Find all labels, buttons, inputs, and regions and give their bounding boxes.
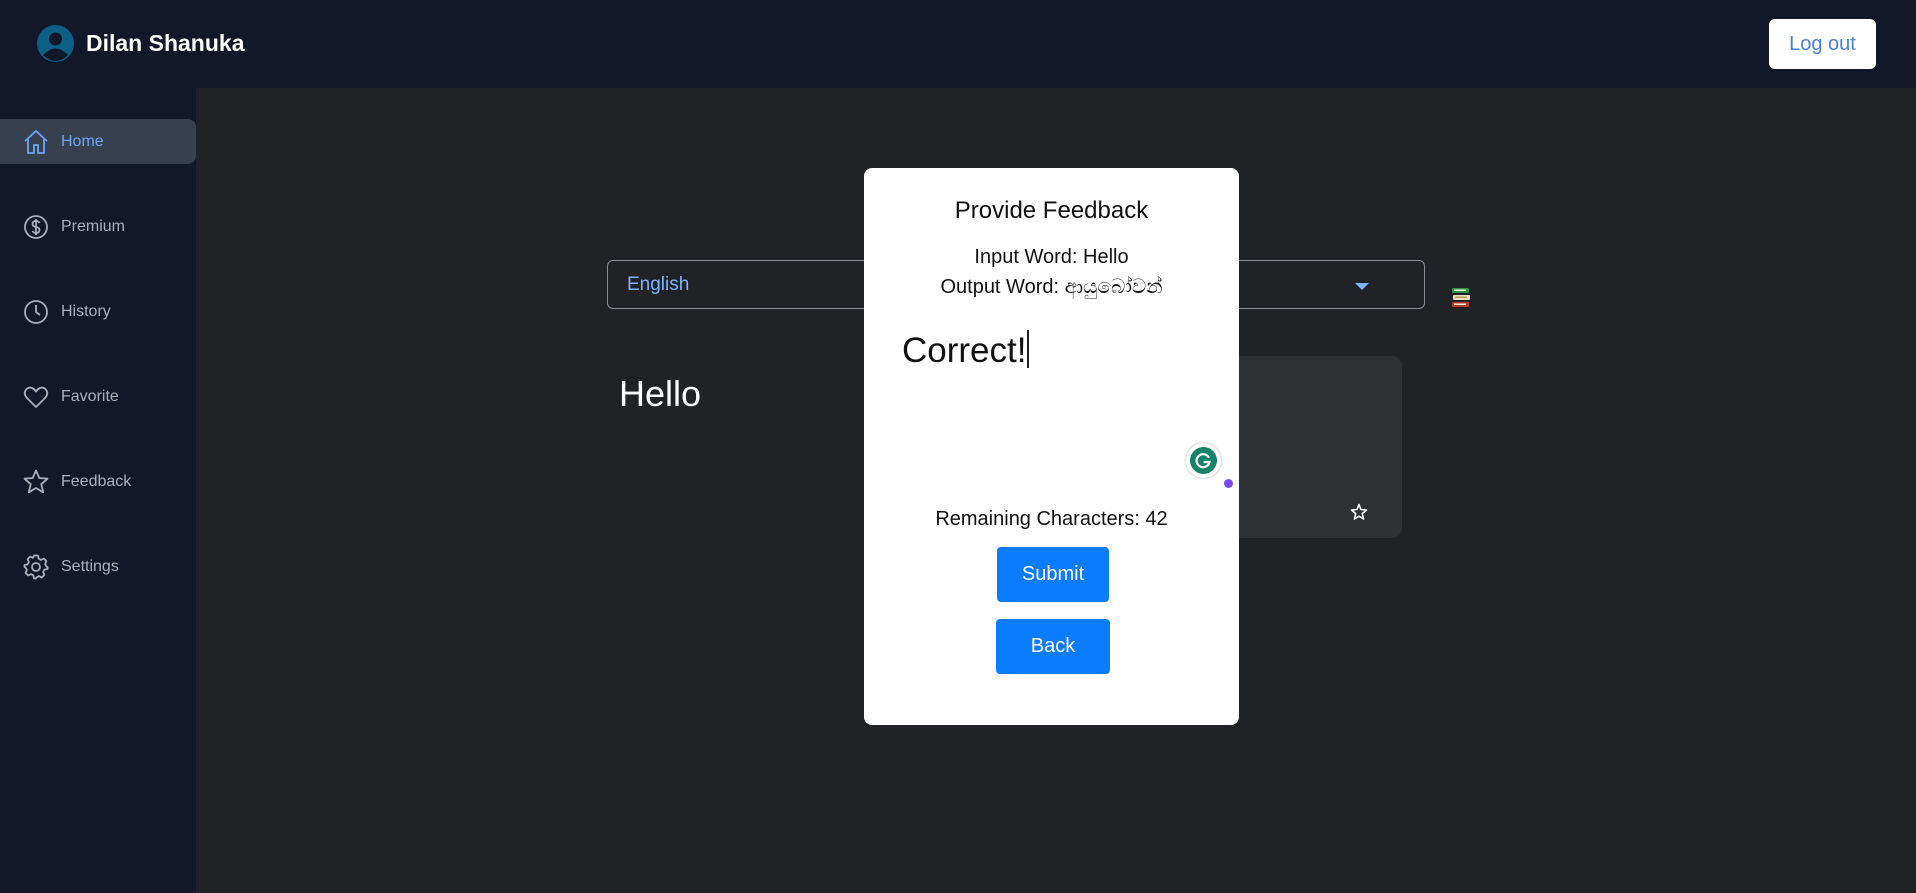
text-cursor bbox=[1027, 330, 1030, 368]
sidebar-item-label: Premium bbox=[61, 217, 126, 235]
modal-title: Provide Feedback bbox=[954, 197, 1149, 224]
star-icon bbox=[23, 469, 49, 493]
feedback-textarea[interactable]: Correct! bbox=[902, 330, 1030, 371]
user-avatar-icon bbox=[37, 25, 74, 62]
logout-button[interactable]: Log out bbox=[1769, 19, 1876, 69]
sidebar-item-premium[interactable]: Premium bbox=[0, 204, 196, 249]
sidebar-item-label: Feedback bbox=[61, 472, 132, 490]
books-icon[interactable] bbox=[1451, 287, 1471, 309]
grammarly-icon[interactable] bbox=[1186, 443, 1221, 478]
feedback-modal: Provide Feedback Input Word: Hello Outpu… bbox=[864, 168, 1239, 725]
sidebar-item-feedback[interactable]: Feedback bbox=[0, 459, 196, 504]
sidebar-item-label: Favorite bbox=[61, 387, 119, 405]
sidebar-item-history[interactable]: History bbox=[0, 289, 196, 334]
clock-icon bbox=[24, 299, 48, 324]
remaining-characters: Remaining Characters: 42 bbox=[935, 508, 1168, 530]
user-name: Dilan Shanuka bbox=[86, 30, 245, 56]
top-bar: Dilan Shanuka Log out bbox=[0, 0, 1916, 88]
grammarly-badge bbox=[1190, 447, 1217, 474]
sidebar-item-label: Settings bbox=[61, 557, 119, 575]
heart-icon bbox=[23, 386, 49, 408]
input-word-line: Input Word: Hello bbox=[974, 246, 1129, 268]
sidebar-item-label: Home bbox=[61, 132, 104, 150]
sidebar: Home Premium History Favorite Feedback S… bbox=[0, 88, 196, 893]
favorite-star-icon[interactable] bbox=[1350, 503, 1368, 521]
grammarly-g-icon bbox=[1195, 453, 1211, 469]
feedback-textarea-value: Correct! bbox=[902, 331, 1027, 370]
gear-icon bbox=[23, 554, 49, 579]
sidebar-item-home[interactable]: Home bbox=[0, 119, 196, 164]
sidebar-item-settings[interactable]: Settings bbox=[0, 544, 196, 589]
output-word-line: Output Word: ආයුබෝවන් bbox=[940, 276, 1163, 298]
sidebar-item-label: History bbox=[61, 302, 111, 320]
home-icon bbox=[24, 129, 48, 154]
dollar-icon bbox=[24, 214, 48, 239]
input-text[interactable]: Hello bbox=[619, 373, 701, 415]
chevron-down-icon bbox=[1355, 283, 1369, 290]
submit-button[interactable]: Submit bbox=[997, 547, 1109, 602]
source-language-value: English bbox=[627, 274, 690, 295]
back-button[interactable]: Back bbox=[996, 619, 1110, 674]
grammarly-status-dot bbox=[1224, 479, 1233, 488]
sidebar-item-favorite[interactable]: Favorite bbox=[0, 374, 196, 419]
user-profile[interactable]: Dilan Shanuka bbox=[37, 25, 244, 62]
